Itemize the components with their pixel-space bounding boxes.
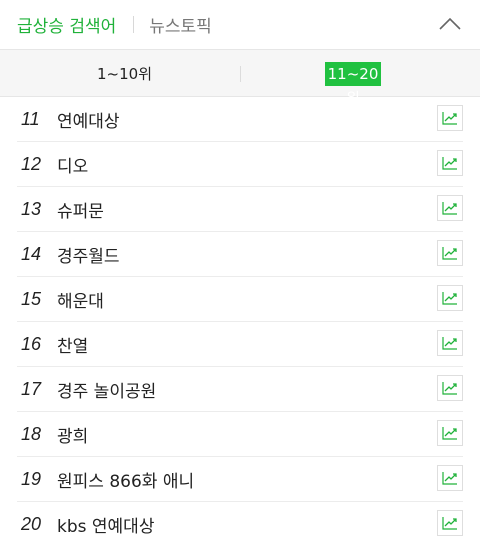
rank-number: 17 (21, 378, 42, 399)
trend-chart-icon (442, 427, 457, 440)
keyword-text[interactable]: 디오 (57, 152, 88, 177)
trend-chart-icon (442, 157, 457, 170)
rank-number: 14 (21, 243, 42, 264)
list-item[interactable]: 19 원피스 866화 애니 (17, 457, 463, 502)
trend-chart-button[interactable] (437, 330, 463, 356)
list-item[interactable]: 20 kbs 연예대상 (17, 502, 463, 546)
keyword-text[interactable]: 경주 놀이공원 (57, 377, 156, 402)
rank-number: 18 (21, 423, 42, 444)
list-item[interactable]: 13 슈퍼문 (17, 187, 463, 232)
trend-chart-button[interactable] (437, 240, 463, 266)
toggle-divider (240, 66, 241, 82)
trend-chart-button[interactable] (437, 420, 463, 446)
rank-number: 12 (21, 153, 42, 174)
keyword-text[interactable]: 해운대 (57, 287, 104, 312)
list-item[interactable]: 14 경주월드 (17, 232, 463, 277)
rank-number: 13 (21, 198, 42, 219)
trend-chart-button[interactable] (437, 510, 463, 536)
rank-1-10-button[interactable]: 1~10위 (90, 62, 159, 86)
rank-11-20-button[interactable]: 11~20위 (325, 62, 381, 107)
tab-realtime-search[interactable]: 급상승 검색어 (17, 12, 116, 37)
list-item[interactable]: 11 연예대상 (17, 97, 463, 142)
collapse-button[interactable] (436, 12, 464, 36)
keyword-text[interactable]: 연예대상 (57, 107, 120, 132)
list-item[interactable]: 17 경주 놀이공원 (17, 367, 463, 412)
rank-range-toggle: 1~10위 11~20위 (0, 50, 480, 107)
trend-chart-icon (442, 472, 457, 485)
trend-chart-icon (442, 202, 457, 215)
trend-chart-button[interactable] (437, 195, 463, 221)
keyword-list: 11 연예대상 12 디오 13 슈퍼문 14 경주월드 15 해운대 16 찬… (0, 97, 480, 546)
trend-chart-button[interactable] (437, 375, 463, 401)
trend-chart-icon (442, 517, 457, 530)
tab-news-topic[interactable]: 뉴스토픽 (149, 12, 212, 37)
trend-chart-icon (442, 112, 457, 125)
keyword-text[interactable]: 찬열 (57, 332, 88, 357)
list-item[interactable]: 16 찬열 (17, 322, 463, 367)
trend-chart-button[interactable] (437, 150, 463, 176)
trend-chart-icon (442, 292, 457, 305)
keyword-text[interactable]: 원피스 866화 애니 (57, 467, 194, 492)
rank-number: 20 (21, 513, 42, 534)
tab-divider (133, 16, 135, 33)
trend-chart-icon (442, 382, 457, 395)
chevron-up-icon (439, 17, 461, 30)
rank-number: 11 (21, 108, 40, 129)
trend-chart-icon (442, 247, 457, 260)
keyword-text[interactable]: 경주월드 (57, 242, 120, 267)
keyword-text[interactable]: 슈퍼문 (57, 197, 104, 222)
keyword-text[interactable]: kbs 연예대상 (57, 512, 154, 537)
trend-chart-button[interactable] (437, 285, 463, 311)
list-item[interactable]: 12 디오 (17, 142, 463, 187)
trend-chart-icon (442, 337, 457, 350)
trend-chart-button[interactable] (437, 465, 463, 491)
list-item[interactable]: 15 해운대 (17, 277, 463, 322)
rank-number: 15 (21, 288, 42, 309)
rank-number: 19 (21, 468, 42, 489)
trending-header: 급상승 검색어 뉴스토픽 (0, 0, 480, 50)
list-item[interactable]: 18 광희 (17, 412, 463, 457)
rank-number: 16 (21, 333, 42, 354)
trend-chart-button[interactable] (437, 105, 463, 131)
keyword-text[interactable]: 광희 (57, 422, 88, 447)
